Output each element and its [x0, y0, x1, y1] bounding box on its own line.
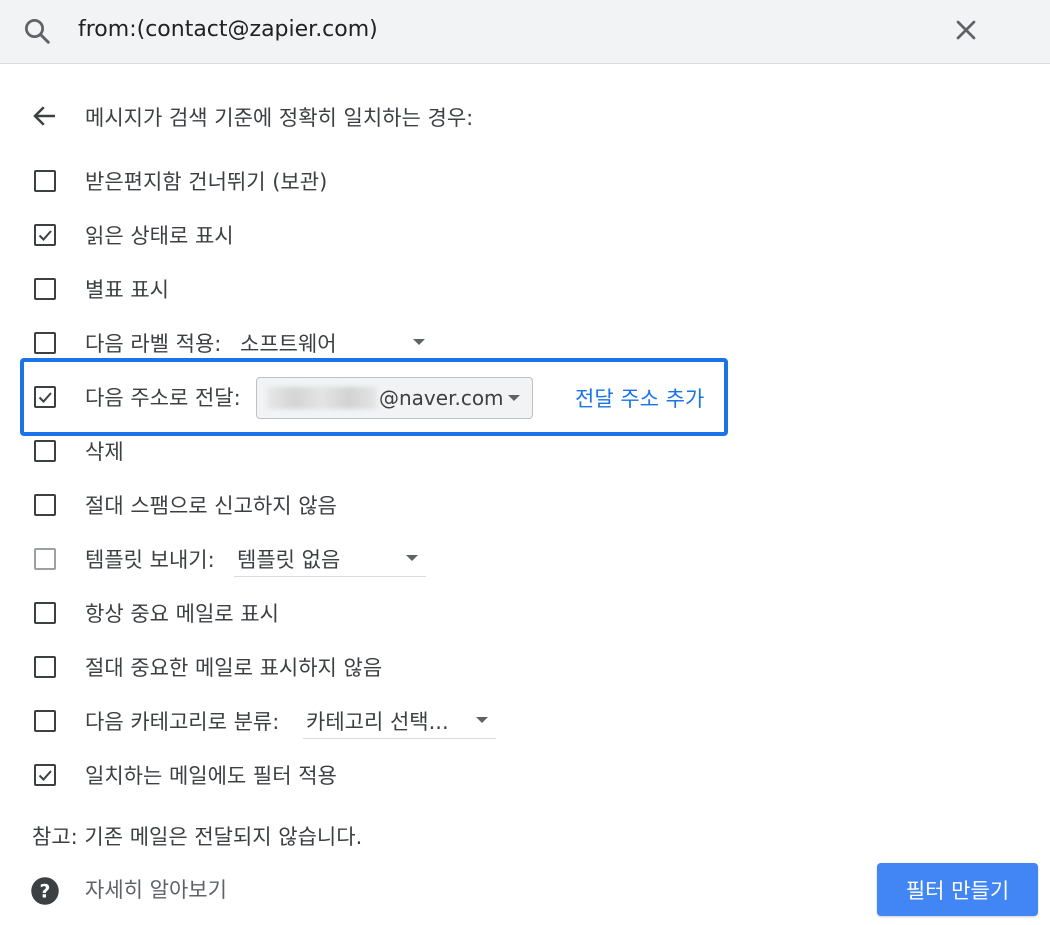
- checkbox-forward[interactable]: [34, 386, 56, 408]
- label-select[interactable]: 소프트웨어: [237, 324, 432, 361]
- option-label: 받은편지함 건너뛰기 (보관): [85, 170, 328, 194]
- option-label: 절대 스팸으로 신고하지 않음: [85, 494, 337, 518]
- option-star: 별표 표시: [0, 270, 760, 310]
- label-select-value: 소프트웨어: [240, 332, 337, 356]
- option-label: 일치하는 메일에도 필터 적용: [85, 764, 337, 788]
- forward-address-select[interactable]: @naver.com: [256, 377, 533, 419]
- chevron-down-icon: [508, 395, 520, 401]
- checkbox-categorize[interactable]: [34, 710, 56, 732]
- checkmark-icon: [38, 230, 52, 241]
- search-query[interactable]: from:(contact@zapier.com): [78, 17, 378, 42]
- checkbox-mark-read[interactable]: [34, 224, 56, 246]
- option-label: 항상 중요 메일로 표시: [85, 602, 279, 626]
- template-select[interactable]: 템플릿 없음: [234, 540, 426, 577]
- chevron-down-icon: [413, 339, 425, 345]
- option-delete: 삭제: [0, 432, 760, 472]
- category-select-value: 카테고리 선택...: [306, 710, 449, 734]
- criteria-heading: 메시지가 검색 기준에 정확히 일치하는 경우:: [85, 106, 474, 130]
- option-apply-matching: 일치하는 메일에도 필터 적용: [0, 756, 760, 796]
- option-label: 삭제: [85, 440, 124, 464]
- redacted-address: [267, 387, 377, 409]
- option-label: 다음 카테고리로 분류:: [85, 710, 280, 734]
- learn-more-link[interactable]: 자세히 알아보기: [85, 874, 227, 904]
- checkbox-apply-matching[interactable]: [34, 764, 56, 786]
- option-always-important: 항상 중요 메일로 표시: [0, 594, 760, 634]
- option-label: 읽은 상태로 표시: [85, 224, 234, 248]
- category-select[interactable]: 카테고리 선택...: [303, 702, 496, 739]
- checkmark-icon: [38, 392, 52, 403]
- option-label: 별표 표시: [85, 278, 169, 302]
- option-mark-read: 읽은 상태로 표시: [0, 216, 760, 256]
- option-skip-inbox: 받은편지함 건너뛰기 (보관): [0, 162, 760, 202]
- template-select-value: 템플릿 없음: [237, 548, 341, 572]
- checkbox-send-template[interactable]: [34, 548, 56, 570]
- svg-text:?: ?: [40, 881, 51, 902]
- checkbox-never-important[interactable]: [34, 656, 56, 678]
- add-forwarding-address-link[interactable]: 전달 주소 추가: [575, 383, 704, 413]
- option-label: 템플릿 보내기:: [85, 548, 215, 572]
- option-send-template: 템플릿 보내기: 템플릿 없음: [0, 540, 760, 580]
- option-label: 다음 라벨 적용:: [85, 332, 222, 356]
- option-categorize: 다음 카테고리로 분류: 카테고리 선택...: [0, 702, 760, 742]
- checkbox-star[interactable]: [34, 278, 56, 300]
- help-icon[interactable]: ?: [30, 876, 60, 906]
- checkbox-always-important[interactable]: [34, 602, 56, 624]
- option-label: 절대 중요한 메일로 표시하지 않음: [85, 656, 383, 680]
- chevron-down-icon: [476, 717, 488, 723]
- create-filter-button[interactable]: 필터 만들기: [877, 863, 1038, 916]
- search-bar: from:(contact@zapier.com): [0, 0, 1050, 64]
- option-never-spam: 절대 스팸으로 신고하지 않음: [0, 486, 760, 526]
- option-never-important: 절대 중요한 메일로 표시하지 않음: [0, 648, 760, 688]
- forward-address-value: @naver.com: [379, 386, 504, 410]
- checkbox-never-spam[interactable]: [34, 494, 56, 516]
- checkbox-delete[interactable]: [34, 440, 56, 462]
- chevron-down-icon: [406, 555, 418, 561]
- back-arrow-icon[interactable]: [30, 101, 60, 131]
- checkbox-skip-inbox[interactable]: [34, 170, 56, 192]
- forwarding-note: 참고: 기존 메일은 전달되지 않습니다.: [32, 825, 363, 849]
- search-icon[interactable]: [22, 16, 52, 46]
- close-icon[interactable]: [950, 14, 982, 46]
- checkbox-apply-label[interactable]: [34, 332, 56, 354]
- option-label: 다음 주소로 전달:: [85, 386, 241, 410]
- checkmark-icon: [38, 770, 52, 781]
